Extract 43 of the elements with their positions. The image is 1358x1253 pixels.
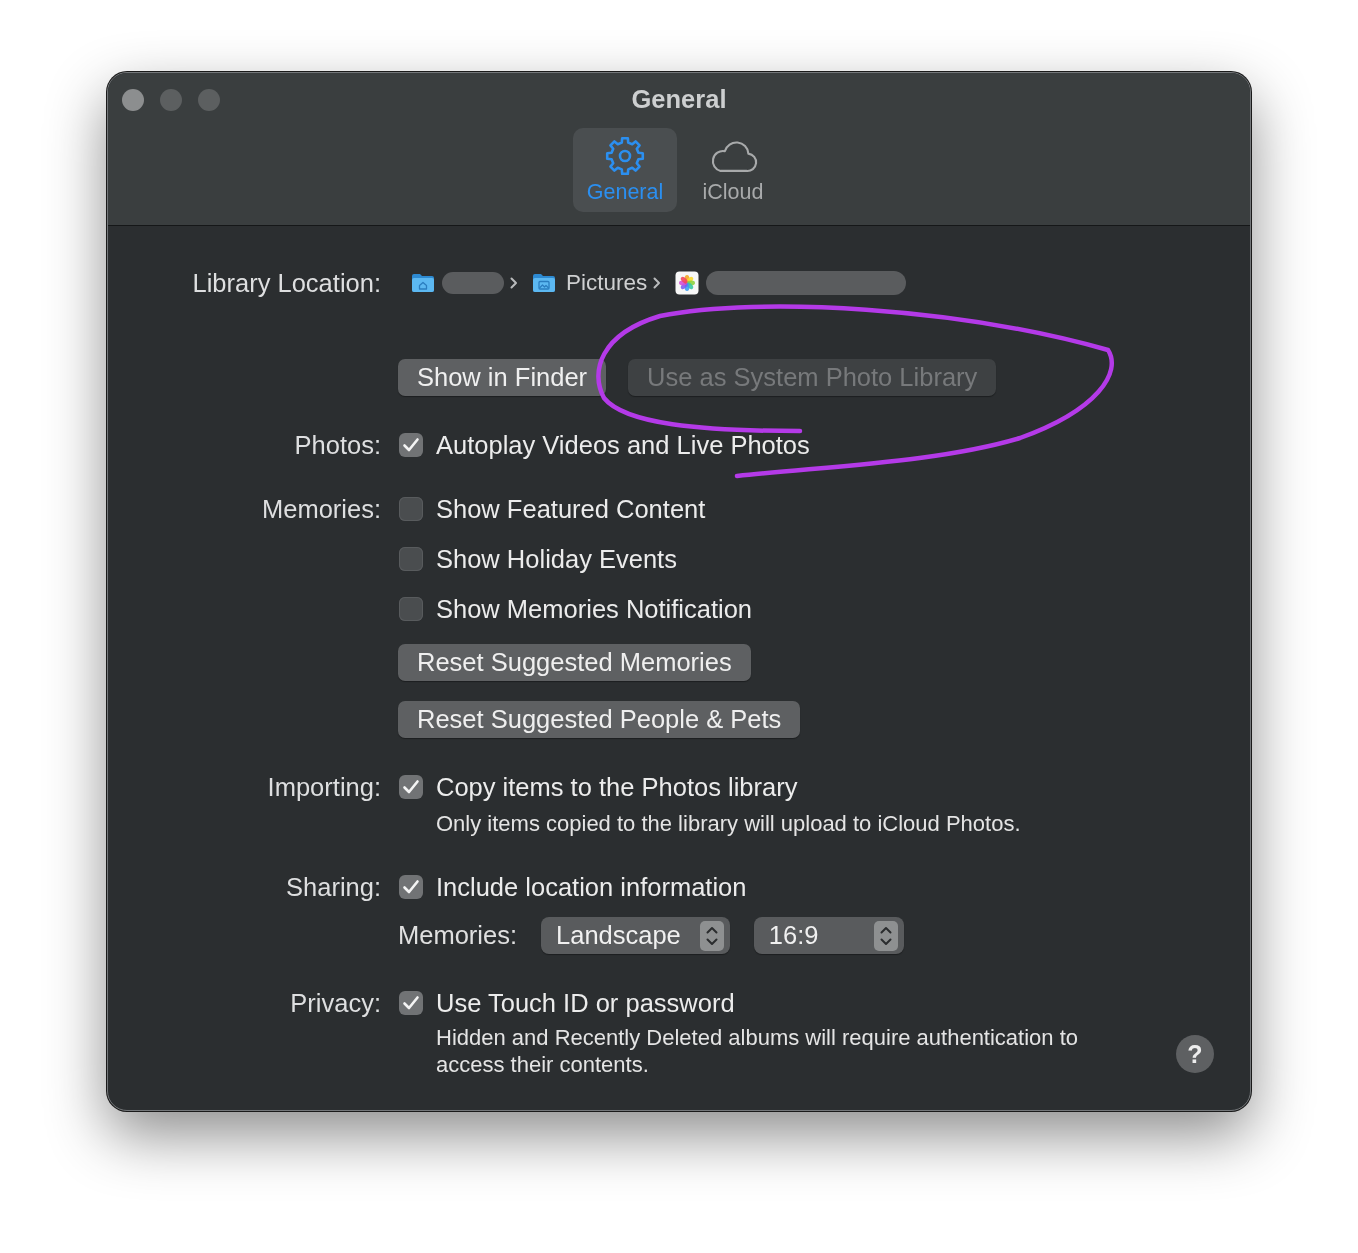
- checkbox[interactable]: [399, 547, 423, 571]
- toolbar-tab[interactable]: iCloud: [681, 128, 785, 212]
- checkbox[interactable]: [399, 597, 423, 621]
- window-zoom-button[interactable]: [198, 88, 220, 111]
- checkbox-label[interactable]: Include location information: [436, 872, 747, 902]
- checkbox[interactable]: [399, 875, 423, 899]
- stepper-icon: [699, 920, 724, 951]
- path-label: Pictures: [566, 270, 648, 296]
- checkbox-label[interactable]: Autoplay Videos and Live Photos: [436, 430, 810, 460]
- section-label: Memories:: [261, 494, 381, 524]
- push-button[interactable]: Show in Finder: [398, 359, 607, 396]
- popup-button[interactable]: 16:9: [753, 917, 904, 954]
- gear-icon: [605, 136, 645, 176]
- checkbox-label[interactable]: Show Memories Notification: [436, 594, 753, 624]
- checkbox-label[interactable]: Show Featured Content: [436, 494, 706, 524]
- checkbox[interactable]: [399, 433, 423, 457]
- push-button[interactable]: Reset Suggested Memories: [398, 644, 751, 681]
- hint-text: Only items copied to the library will upload to iCloud Photos.: [436, 809, 1021, 837]
- home-folder-icon: [411, 273, 435, 293]
- section-label: Importing:: [267, 772, 381, 802]
- push-button[interactable]: Reset Suggested People & Pets: [398, 701, 801, 738]
- section-label: Library Location:: [192, 268, 381, 298]
- checkbox[interactable]: [399, 991, 423, 1015]
- section-label: Sharing:: [286, 872, 381, 902]
- window-title: General: [631, 85, 727, 114]
- window-close-button[interactable]: [122, 88, 144, 111]
- checkbox-label[interactable]: Copy items to the Photos library: [436, 772, 798, 802]
- window-minimize-button[interactable]: [160, 88, 182, 111]
- checkbox-label[interactable]: Use Touch ID or password: [436, 988, 735, 1018]
- chevron-icon: [510, 277, 518, 289]
- section-label: Photos:: [294, 430, 381, 460]
- field-label: Memories:: [398, 921, 518, 950]
- checkbox[interactable]: [399, 497, 423, 521]
- popup-button[interactable]: Landscape: [541, 917, 730, 954]
- help-button[interactable]: ?: [1176, 1035, 1214, 1073]
- checkbox[interactable]: [399, 775, 423, 799]
- stepper-icon: [873, 920, 898, 951]
- section-label: Privacy:: [290, 988, 381, 1018]
- checkbox-label[interactable]: Show Holiday Events: [436, 544, 677, 574]
- chevron-icon: [653, 277, 662, 289]
- hint-text: Hidden and Recently Deleted albums will require authentication to access their contents.: [436, 1024, 1080, 1078]
- photos-library-icon: [675, 271, 700, 295]
- picture-folder-icon: [532, 273, 556, 293]
